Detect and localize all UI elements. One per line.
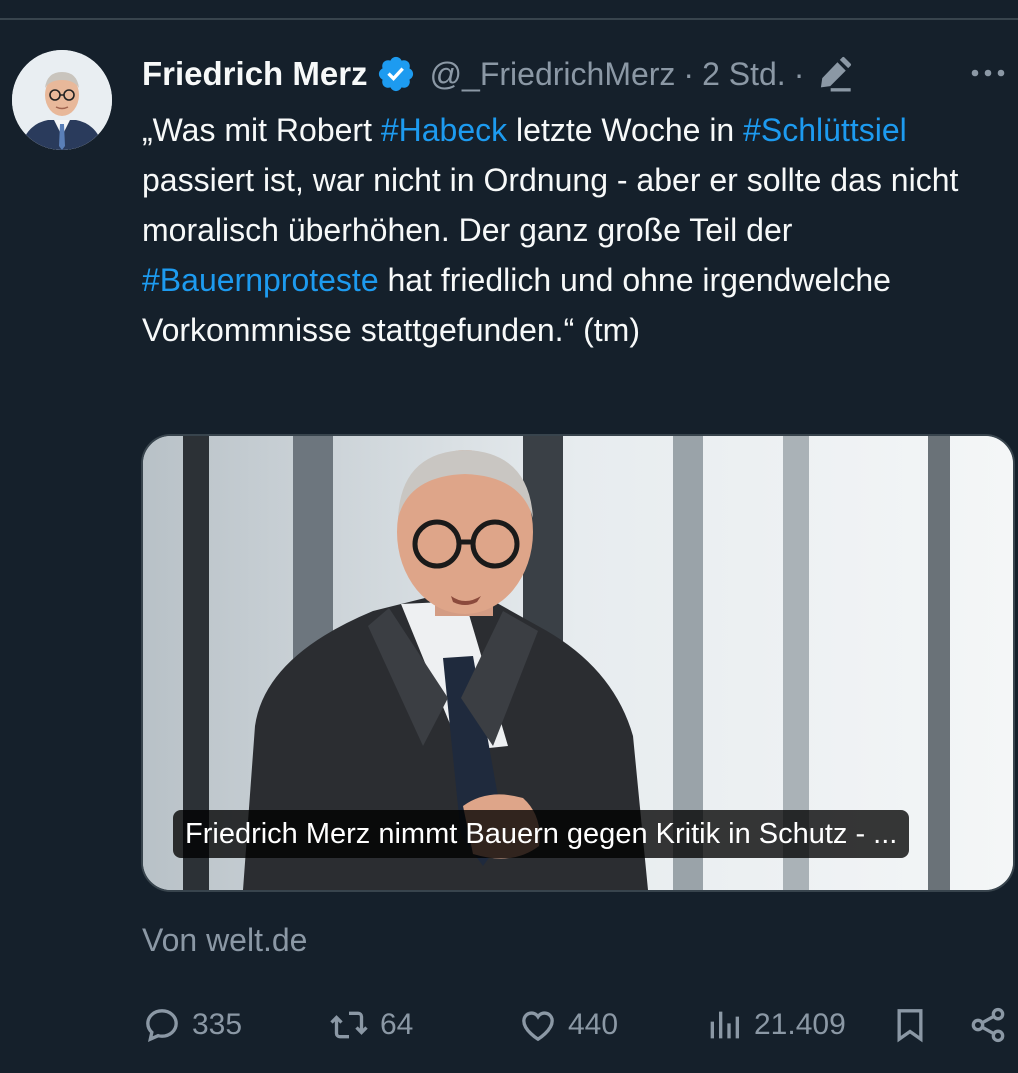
- action-bar: 335 64 440 21.409: [142, 1000, 1018, 1050]
- edit-pencil-icon[interactable]: [814, 54, 854, 94]
- like-count: 440: [568, 1008, 619, 1041]
- card-source[interactable]: Von welt.de: [142, 922, 307, 959]
- link-preview-card[interactable]: Friedrich Merz nimmt Bauern gegen Kritik…: [141, 434, 1015, 892]
- avatar[interactable]: [12, 50, 112, 150]
- like-icon: [518, 1005, 558, 1045]
- retweet-icon: [328, 1005, 370, 1045]
- more-options-icon[interactable]: [968, 58, 1008, 88]
- hashtag-link[interactable]: #Schlüttsiel: [743, 112, 907, 148]
- separator-dot: ·: [793, 55, 805, 92]
- views-icon: [704, 1005, 744, 1045]
- share-icon: [968, 1005, 1008, 1045]
- author-handle[interactable]: @_FriedrichMerz: [430, 56, 676, 93]
- share-button[interactable]: [968, 1000, 1008, 1050]
- view-count: 21.409: [754, 1008, 846, 1041]
- retweet-button[interactable]: 64: [328, 1000, 413, 1050]
- reply-icon: [142, 1005, 182, 1045]
- tweet-text-segment: letzte Woche in: [507, 112, 744, 148]
- like-button[interactable]: 440: [518, 1000, 618, 1050]
- separator-dot: ·: [683, 55, 695, 92]
- tweet-header: Friedrich Merz @_FriedrichMerz · 2 Std. …: [142, 52, 854, 96]
- tweet-text: „Was mit Robert #Habeck letzte Woche in …: [142, 105, 992, 355]
- card-title: Friedrich Merz nimmt Bauern gegen Kritik…: [173, 810, 910, 858]
- hashtag-link[interactable]: #Habeck: [381, 112, 507, 148]
- bookmark-button[interactable]: [890, 1000, 930, 1050]
- reply-button[interactable]: 335: [142, 1000, 242, 1050]
- timestamp[interactable]: 2 Std.: [702, 56, 786, 93]
- retweet-count: 64: [380, 1008, 414, 1041]
- top-divider: [0, 18, 1018, 20]
- tweet-text-segment: passiert ist, war nicht in Ordnung - abe…: [142, 162, 959, 248]
- reply-count: 335: [192, 1008, 243, 1041]
- hashtag-link[interactable]: #Bauernproteste: [142, 262, 379, 298]
- tweet-text-segment: „Was mit Robert: [142, 112, 381, 148]
- views-button[interactable]: 21.409: [704, 1000, 846, 1050]
- verified-badge-icon[interactable]: [376, 54, 416, 94]
- bookmark-icon: [890, 1005, 930, 1045]
- author-name[interactable]: Friedrich Merz: [142, 55, 368, 93]
